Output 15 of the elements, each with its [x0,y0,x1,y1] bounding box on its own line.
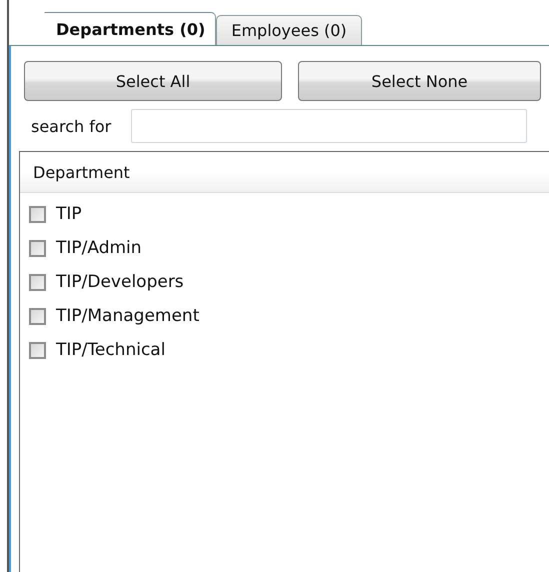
checkbox[interactable] [29,240,46,256]
checkbox[interactable] [29,274,46,290]
select-button[interactable]: Select None [298,61,541,101]
search-field[interactable] [131,109,528,143]
department-label: TIP/Admin [56,238,142,258]
department-label: TIP [56,204,82,224]
select-button[interactable]: Select All [24,61,282,101]
department-label: TIP/Management [56,306,200,326]
checkbox[interactable] [29,342,46,358]
checkbox[interactable] [29,308,46,324]
department-label: TIP/Technical [56,340,166,360]
department-label: TIP/Developers [56,272,184,292]
search-label: search for [31,116,112,136]
tab[interactable]: Employees (0) [216,15,362,45]
checkbox[interactable] [29,206,46,222]
